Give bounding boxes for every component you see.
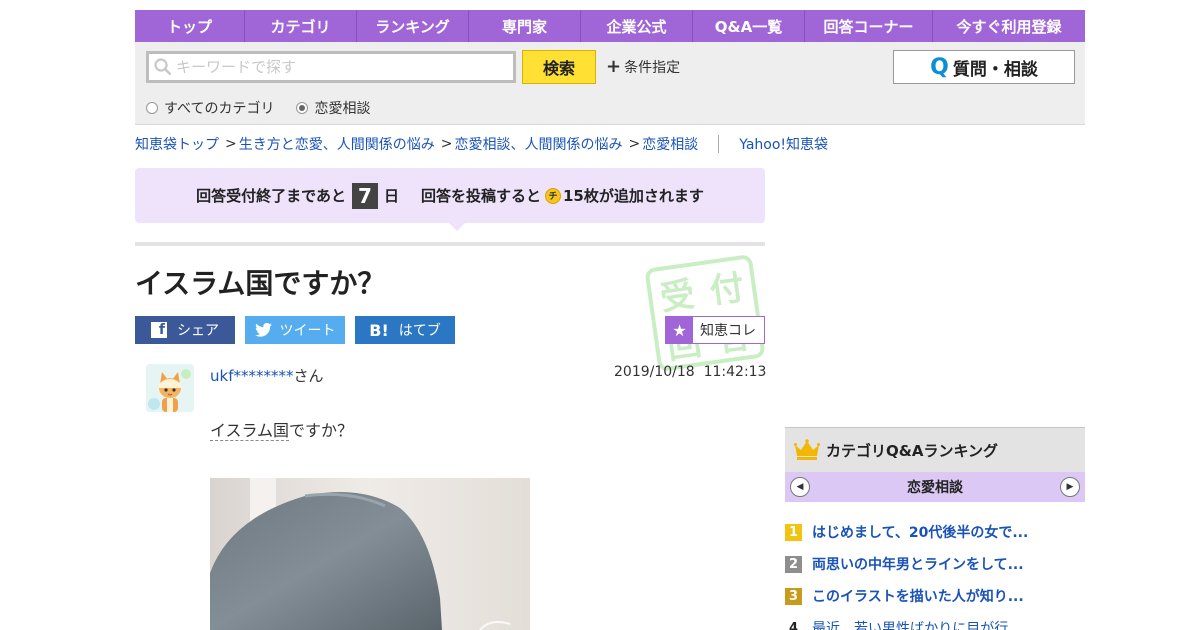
nav-category[interactable]: カテゴリ bbox=[245, 10, 357, 42]
stamp-char: 受 bbox=[657, 274, 698, 319]
nav-register[interactable]: 今すぐ利用登録 bbox=[933, 10, 1085, 42]
breadcrumb: 知恵袋トップ > 生き方と恋愛、人間関係の悩み > 恋愛相談、人間関係の悩み >… bbox=[135, 134, 828, 154]
ranking-item[interactable]: 1 はじめまして、20代後半の女で... bbox=[785, 516, 1085, 548]
asker-name: ukf********さん bbox=[210, 365, 324, 386]
days-unit: 日 bbox=[383, 187, 399, 205]
notice-prefix: 回答受付終了まであと bbox=[196, 187, 346, 205]
avatar[interactable] bbox=[146, 364, 194, 412]
twitter-share-label: ツイート bbox=[279, 323, 336, 339]
search-button[interactable]: 検索 bbox=[522, 50, 596, 84]
search-scope: すべてのカテゴリ 恋愛相談 bbox=[146, 98, 392, 118]
ask-question-button[interactable]: Q 質問・相談 bbox=[893, 50, 1075, 84]
star-icon: ★ bbox=[666, 317, 693, 343]
nav-experts[interactable]: 専門家 bbox=[469, 10, 581, 42]
twitter-share-button[interactable]: ツイート bbox=[245, 316, 345, 344]
section-divider bbox=[135, 242, 765, 246]
ranking-item-title: 最近、若い男性ばかりに目が行... bbox=[812, 621, 1022, 630]
rank-badge: 4 bbox=[788, 620, 799, 630]
breadcrumb-separator: > bbox=[225, 136, 237, 152]
ranking-category: 恋愛相談 bbox=[907, 480, 963, 496]
scope-all-radio[interactable]: すべてのカテゴリ bbox=[146, 98, 274, 118]
nav-top[interactable]: トップ bbox=[135, 10, 245, 42]
user-suffix: さん bbox=[293, 367, 324, 385]
accepting-answers-stamp: 受 付 回 答 bbox=[644, 253, 766, 373]
ranking-list: 1 はじめまして、20代後半の女で... 2 両思いの中年男とラインをして...… bbox=[785, 516, 1085, 630]
facebook-icon: f bbox=[151, 322, 167, 338]
search-box[interactable] bbox=[146, 51, 516, 83]
notice-reward: 15枚が追加されます bbox=[563, 187, 704, 205]
q-logo-icon: Q bbox=[930, 54, 949, 80]
question-timestamp: 2019/10/18 11:42:13 bbox=[614, 364, 767, 380]
breadcrumb-divider bbox=[718, 135, 720, 153]
global-nav: トップ カテゴリ ランキング 専門家 企業公式 Q&A一覧 回答コーナー 今すぐ… bbox=[135, 10, 1085, 42]
facebook-share-label: シェア bbox=[177, 323, 219, 339]
radio-off-icon bbox=[146, 102, 158, 114]
plus-icon: + bbox=[606, 56, 622, 77]
ranking-item-title: はじめまして、20代後半の女で... bbox=[812, 525, 1029, 541]
rank-badge: 2 bbox=[785, 555, 802, 573]
question-body: イスラム国ですか？ bbox=[210, 417, 353, 441]
nav-answer-corner[interactable]: 回答コーナー bbox=[805, 10, 933, 42]
ranking-category-bar: ◀ 恋愛相談 ▶ bbox=[785, 472, 1085, 502]
hatena-icon: B! bbox=[369, 320, 389, 340]
ranking-item-title: 両思いの中年男とラインをして... bbox=[812, 557, 1024, 573]
coin-icon: チ bbox=[545, 187, 561, 204]
scope-all-label: すべてのカテゴリ bbox=[164, 101, 275, 117]
rank-badge: 3 bbox=[785, 587, 802, 605]
notice-pointer bbox=[449, 223, 465, 231]
question-body-rest: ですか？ bbox=[289, 421, 354, 440]
nav-ranking[interactable]: ランキング bbox=[357, 10, 469, 42]
ranking-item[interactable]: 3 このイラストを描いた人が知り... bbox=[785, 580, 1085, 612]
breadcrumb-relations[interactable]: 恋愛相談、人間関係の悩み bbox=[454, 134, 622, 154]
nav-qa-list[interactable]: Q&A一覧 bbox=[693, 10, 805, 42]
twitter-icon bbox=[254, 323, 272, 337]
days-remaining: 7 bbox=[351, 182, 378, 209]
breadcrumb-life[interactable]: 生き方と恋愛、人間関係の悩み bbox=[239, 134, 435, 154]
scope-current-radio[interactable]: 恋愛相談 bbox=[296, 98, 370, 118]
hatena-bookmark-button[interactable]: B! はてブ bbox=[355, 316, 455, 344]
breadcrumb-top[interactable]: 知恵袋トップ bbox=[135, 134, 219, 154]
search-input[interactable] bbox=[176, 58, 496, 76]
stamp-char: 付 bbox=[707, 267, 747, 312]
asker-link[interactable]: ukf******** bbox=[210, 367, 293, 385]
scope-current-label: 恋愛相談 bbox=[314, 101, 371, 117]
nav-official[interactable]: 企業公式 bbox=[581, 10, 693, 42]
chiekore-label: 知恵コレ bbox=[700, 323, 756, 339]
category-ranking: カテゴリQ&Aランキング ◀ 恋愛相談 ▶ 1 はじめまして、20代後半の女で.… bbox=[785, 427, 1085, 630]
keyword-link[interactable]: イスラム国 bbox=[210, 421, 290, 441]
notice-post-text: 回答を投稿すると bbox=[420, 187, 541, 205]
crown-icon bbox=[794, 439, 820, 460]
search-band: 検索 + 条件指定 Q 質問・相談 すべてのカテゴリ 恋愛相談 bbox=[135, 42, 1085, 125]
radio-on-icon bbox=[296, 102, 309, 114]
next-category-button[interactable]: ▶ bbox=[1060, 477, 1080, 497]
deadline-notice: 回答受付終了まであと 7 日 回答を投稿すると チ 15枚が追加されます bbox=[135, 168, 765, 223]
cat-avatar-icon bbox=[146, 364, 194, 412]
prev-category-button[interactable]: ◀ bbox=[790, 477, 810, 497]
ranking-item[interactable]: 4 最近、若い男性ばかりに目が行... bbox=[785, 612, 1085, 630]
rank-badge: 1 bbox=[785, 523, 802, 541]
ask-label: 質問・相談 bbox=[952, 59, 1038, 80]
condition-link[interactable]: + 条件指定 bbox=[606, 57, 680, 77]
ranking-title: カテゴリQ&Aランキング bbox=[826, 441, 998, 460]
breadcrumb-separator: > bbox=[440, 136, 453, 152]
ranking-header: カテゴリQ&Aランキング bbox=[785, 427, 1085, 472]
ranking-item[interactable]: 2 両思いの中年男とラインをして... bbox=[785, 548, 1085, 580]
condition-label: 条件指定 bbox=[624, 60, 681, 76]
breadcrumb-separator: > bbox=[628, 136, 641, 152]
beanie-photo bbox=[210, 478, 530, 630]
facebook-share-button[interactable]: f シェア bbox=[135, 316, 235, 344]
chiekore-button[interactable]: ★ 知恵コレ bbox=[665, 316, 765, 344]
breadcrumb-love[interactable]: 恋愛相談 bbox=[642, 134, 698, 154]
question-title: イスラム国ですか？ bbox=[135, 267, 386, 300]
search-icon bbox=[154, 58, 172, 76]
ranking-item-title: このイラストを描いた人が知り... bbox=[812, 589, 1024, 605]
question-photo[interactable] bbox=[210, 478, 530, 630]
yahoo-chiebukuro-link[interactable]: Yahoo!知恵袋 bbox=[739, 134, 828, 154]
hatena-label: はてブ bbox=[398, 323, 441, 339]
